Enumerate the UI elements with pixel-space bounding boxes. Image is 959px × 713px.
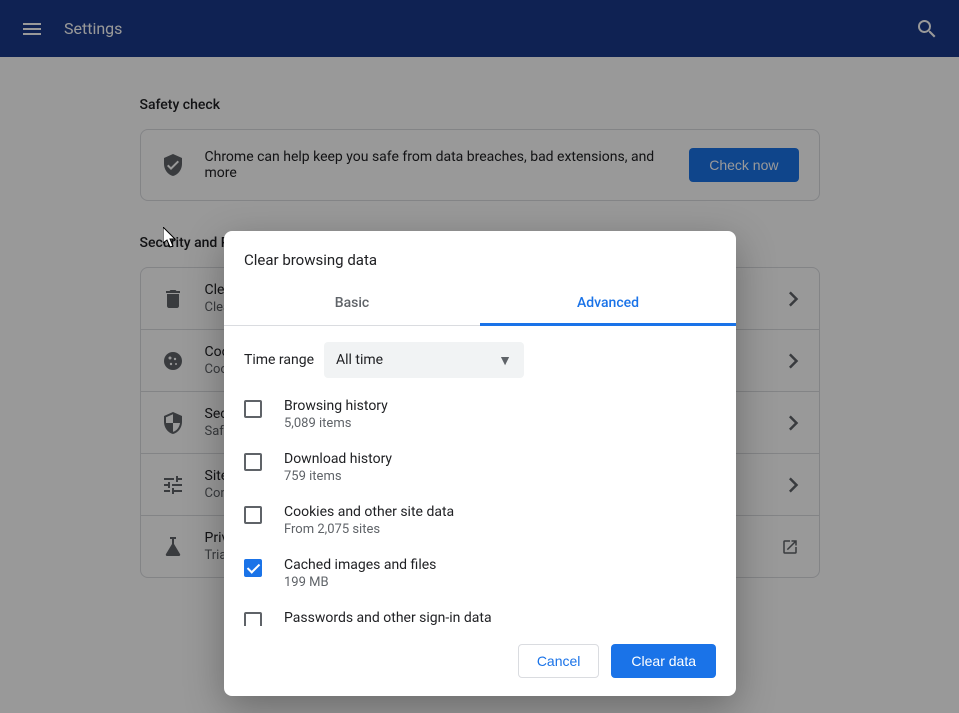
dialog-footer: Cancel Clear data <box>224 626 736 696</box>
dialog-title: Clear browsing data <box>224 231 736 283</box>
time-range-select[interactable]: All time ▼ <box>324 342 524 378</box>
checkbox[interactable] <box>244 506 262 524</box>
checkbox[interactable] <box>244 453 262 471</box>
caret-down-icon: ▼ <box>498 352 512 369</box>
tab-basic[interactable]: Basic <box>224 283 480 325</box>
tab-advanced[interactable]: Advanced <box>480 283 736 326</box>
check-sub: 199 MB <box>284 575 436 590</box>
check-title: Download history <box>284 451 392 467</box>
check-row: Cached images and files 199 MB <box>224 547 736 600</box>
time-range-value: All time <box>336 352 383 368</box>
check-title: Passwords and other sign-in data <box>284 610 638 626</box>
check-title: Cached images and files <box>284 557 436 573</box>
time-range-label: Time range <box>244 352 324 368</box>
clear-data-button[interactable]: Clear data <box>611 644 716 678</box>
clear-browsing-dialog: Clear browsing data Basic Advanced Time … <box>224 231 736 696</box>
cancel-button[interactable]: Cancel <box>518 644 600 678</box>
dialog-body: Time range All time ▼ Browsing history 5,… <box>224 326 736 626</box>
checkbox[interactable] <box>244 559 262 577</box>
dialog-tabs: Basic Advanced <box>224 283 736 326</box>
dialog-scroll[interactable]: Time range All time ▼ Browsing history 5,… <box>224 326 736 626</box>
check-row: Browsing history 5,089 items <box>224 388 736 441</box>
check-row: Cookies and other site data From 2,075 si… <box>224 494 736 547</box>
check-row: Download history 759 items <box>224 441 736 494</box>
checkbox[interactable] <box>244 400 262 418</box>
check-title: Cookies and other site data <box>284 504 454 520</box>
check-sub: From 2,075 sites <box>284 522 454 537</box>
check-sub: 5,089 items <box>284 416 388 431</box>
check-title: Browsing history <box>284 398 388 414</box>
check-sub: 759 items <box>284 469 392 484</box>
checkbox[interactable] <box>244 612 262 626</box>
check-row: Passwords and other sign-in data17 passw… <box>224 600 736 626</box>
time-range-row: Time range All time ▼ <box>224 326 736 388</box>
